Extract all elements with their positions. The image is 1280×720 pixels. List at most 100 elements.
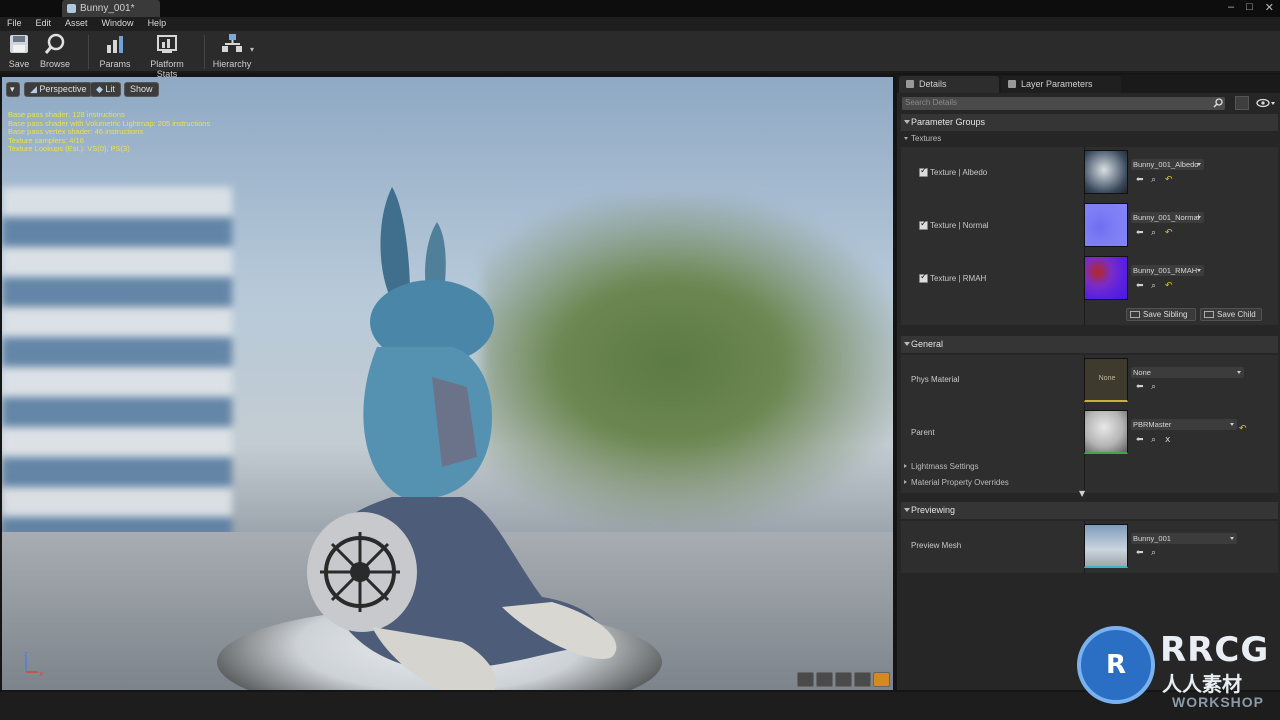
preview-mesh-combo[interactable]: Bunny_001 (1131, 533, 1237, 544)
perspective-button[interactable]: ◢ Perspective (24, 82, 93, 97)
preview-shape-buttons (797, 672, 890, 687)
close-button[interactable]: ✕ (1265, 1, 1274, 14)
parent-thumbnail[interactable] (1084, 410, 1128, 454)
previewing-header[interactable]: Previewing (901, 502, 1278, 519)
viewport-options-button[interactable]: ▾ (6, 82, 20, 97)
menu-help[interactable]: Help (141, 17, 174, 31)
svg-text:x: x (39, 670, 43, 678)
lit-button[interactable]: ◆ Lit (90, 82, 121, 97)
hierarchy-label: Hierarchy (212, 59, 252, 69)
save-label: Save (8, 59, 30, 69)
material-property-overrides-header[interactable]: Material Property Overrides (903, 478, 1009, 487)
layer-icon (1008, 80, 1016, 88)
search-input[interactable]: Search Details (902, 97, 1225, 110)
general-label: General (911, 339, 944, 349)
status-bar (0, 692, 1280, 720)
rmah-asset-value: Bunny_001_RMAH (1133, 266, 1198, 275)
rmah-asset-combo[interactable]: Bunny_001_RMAH (1131, 265, 1204, 276)
use-selected-arrow-icon[interactable]: ⬅ (1136, 282, 1144, 291)
albedo-checkbox[interactable] (919, 166, 928, 177)
toolbar-separator (204, 35, 205, 69)
document-tab[interactable]: Bunny_001* (62, 0, 160, 17)
minimize-button[interactable]: – (1228, 1, 1234, 14)
use-selected-arrow-icon[interactable]: ⬅ (1136, 176, 1144, 185)
cube-preview-button[interactable] (854, 672, 871, 687)
normal-thumbnail[interactable] (1084, 203, 1128, 247)
view-options-grid-icon[interactable] (1235, 96, 1249, 110)
browse-label: Browse (39, 59, 70, 69)
menu-edit[interactable]: Edit (29, 17, 59, 31)
reset-to-default-icon[interactable]: ↶ (1165, 229, 1173, 238)
tab-layer-parameters[interactable]: Layer Parameters (1001, 76, 1121, 93)
normal-asset-combo[interactable]: Bunny_001_Normal (1131, 212, 1204, 223)
phys-material-thumbnail[interactable]: None (1084, 358, 1128, 402)
params-button[interactable]: Params (98, 33, 132, 69)
menu-file[interactable]: File (0, 17, 29, 31)
lightmass-settings-header[interactable]: Lightmass Settings (903, 462, 979, 471)
albedo-thumbnail[interactable] (1084, 150, 1128, 194)
toolbar-separator (88, 35, 89, 69)
cylinder-preview-button[interactable] (797, 672, 814, 687)
toolbar: Save Browse Params Platform Stats Hierar… (0, 31, 1280, 79)
plane-preview-button[interactable] (835, 672, 852, 687)
textures-group-label: Textures (911, 134, 942, 143)
browse-asset-icon[interactable]: ⌕ (1151, 282, 1156, 291)
albedo-asset-combo[interactable]: Bunny_001_Albedo (1131, 159, 1204, 170)
preview-mesh-value: Bunny_001 (1133, 534, 1171, 543)
save-sibling-button[interactable]: Save Sibling (1126, 308, 1196, 321)
material-preview-viewport[interactable]: ▾ ◢ Perspective ◆ Lit Show Base pass sha… (2, 77, 893, 690)
browse-asset-icon[interactable]: ⌕ (1151, 383, 1156, 392)
menu-window[interactable]: Window (95, 17, 141, 31)
reset-to-default-icon[interactable]: ↶ (1165, 282, 1173, 291)
show-label: Show (130, 84, 153, 94)
phys-material-combo[interactable]: None (1131, 367, 1244, 378)
platform-stats-button[interactable]: Platform Stats (140, 33, 194, 79)
browse-asset-icon[interactable]: ⌕ (1151, 549, 1156, 558)
textures-group-header[interactable]: Textures (903, 134, 941, 143)
rmah-thumbnail[interactable] (1084, 256, 1128, 300)
save-child-button[interactable]: Save Child (1200, 308, 1262, 321)
tab-details[interactable]: Details (899, 76, 999, 93)
maximize-button[interactable]: □ (1246, 1, 1253, 14)
browse-asset-icon[interactable]: ⌕ (1151, 229, 1156, 238)
logo-mark: R (1105, 650, 1127, 680)
parameter-groups-header[interactable]: Parameter Groups (901, 114, 1278, 131)
use-selected-arrow-icon[interactable]: ⬅ (1136, 229, 1144, 238)
lightmass-settings-label: Lightmass Settings (911, 462, 979, 471)
details-panel: Details Layer Parameters Search Details … (897, 75, 1280, 690)
browse-button[interactable]: Browse (38, 33, 72, 69)
normal-checkbox[interactable] (919, 219, 928, 230)
menu-asset[interactable]: Asset (58, 17, 95, 31)
mesh-preview-button[interactable] (873, 672, 890, 687)
params-icon (107, 36, 123, 53)
preview-mesh-thumbnail[interactable] (1084, 524, 1128, 568)
stats-line: Texture Lookups (Est.): VS(0), PS(3) (8, 144, 130, 154)
rmah-checkbox[interactable] (919, 272, 928, 283)
show-button[interactable]: Show (124, 82, 159, 97)
sphere-preview-button[interactable] (816, 672, 833, 687)
browse-asset-icon[interactable]: ⌕ (1151, 436, 1156, 445)
panel-tabs: Details Layer Parameters (897, 75, 1280, 93)
general-header[interactable]: General (901, 336, 1278, 353)
reset-to-default-icon[interactable]: ↶ (1165, 176, 1173, 185)
browse-asset-icon[interactable]: ⌕ (1151, 176, 1156, 185)
normal-asset-value: Bunny_001_Normal (1133, 213, 1200, 222)
tab-layer-label: Layer Parameters (1021, 79, 1093, 89)
use-selected-arrow-icon[interactable]: ⬅ (1136, 436, 1144, 445)
tab-details-label: Details (919, 79, 947, 89)
hierarchy-button[interactable]: Hierarchy (212, 33, 252, 69)
previewing-label: Previewing (911, 505, 956, 515)
clear-asset-icon[interactable]: ⅹ (1165, 436, 1170, 445)
save-button[interactable]: Save (6, 33, 32, 69)
logo-subtext: 人人素材 (1162, 672, 1242, 696)
phys-material-thumbnail-text: None (1098, 375, 1116, 382)
reset-to-default-icon[interactable]: ↶ (1239, 425, 1247, 434)
parent-combo[interactable]: PBRMaster (1131, 419, 1237, 430)
use-selected-arrow-icon[interactable]: ⬅ (1136, 549, 1144, 558)
hierarchy-dropdown-arrow[interactable]: ▾ (250, 45, 254, 54)
parent-value: PBRMaster (1133, 420, 1172, 429)
svg-text:z: z (24, 652, 28, 658)
expand-more-arrow-icon[interactable]: ▼ (1079, 489, 1085, 498)
eye-icon[interactable] (1255, 96, 1277, 110)
use-selected-arrow-icon[interactable]: ⬅ (1136, 383, 1144, 392)
